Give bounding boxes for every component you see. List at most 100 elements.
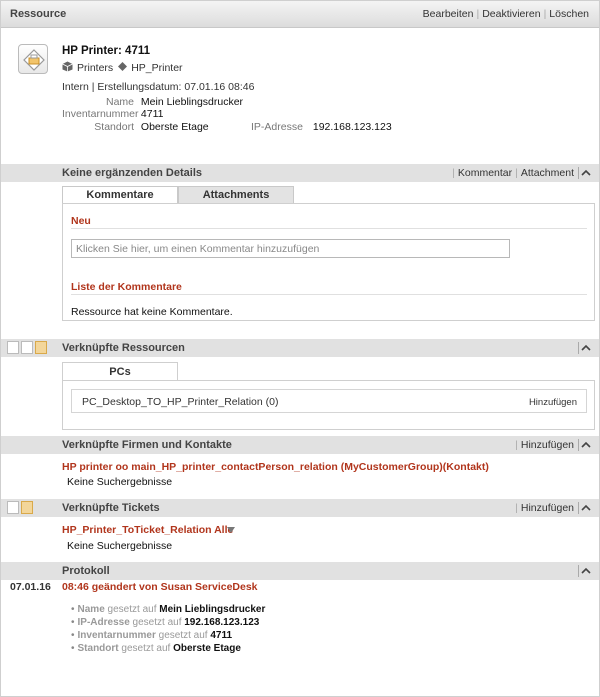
cube-icon <box>62 61 73 75</box>
ticket-relation-link[interactable]: HP_Printer_ToTicket_Relation Alle <box>62 524 233 536</box>
divider <box>71 294 587 295</box>
list-item: • Standort gesetzt auf Oberste Etage <box>71 643 241 654</box>
field-location: Standort Oberste Etage <box>62 121 209 133</box>
deactivate-button[interactable]: Deaktivieren <box>482 8 540 20</box>
new-comment-heading: Neu <box>71 215 91 227</box>
chevron-up-icon[interactable] <box>581 168 591 178</box>
divider: | <box>543 8 547 20</box>
field-inventory: Inventarnummer 4711 <box>62 108 164 120</box>
edit-button[interactable]: Bearbeiten <box>423 8 474 20</box>
resource-meta: Intern | Erstellungsdatum: 07.01.16 08:4… <box>62 81 255 93</box>
change-value: Mein Lieblingsdrucker <box>159 604 266 615</box>
chevron-up-icon[interactable] <box>581 503 591 513</box>
field-name: Name Mein Lieblingsdrucker <box>62 96 243 108</box>
chevron-up-icon[interactable] <box>581 343 591 353</box>
field-value: Oberste Etage <box>140 121 209 133</box>
protocol-header: Protokoll <box>1 562 599 580</box>
add-resource-button[interactable]: Hinzufügen <box>529 397 577 408</box>
section-actions: | Kommentar | Attachment <box>449 167 574 179</box>
tab-attachments[interactable]: Attachments <box>178 186 294 204</box>
chevron-up-icon[interactable] <box>581 440 591 450</box>
field-label: Inventarnummer <box>62 108 139 120</box>
section-actions: | Hinzufügen <box>512 439 574 451</box>
view-toggles <box>7 341 47 354</box>
divider: | <box>452 167 455 179</box>
resource-name: HP Printer: 4711 <box>62 45 151 57</box>
chevron-up-icon[interactable] <box>581 566 591 576</box>
change-value: 192.168.123.123 <box>184 617 260 628</box>
header-actions: Bearbeiten | Deaktivieren | Löschen <box>423 8 589 20</box>
field-label: IP-Adresse <box>251 121 303 133</box>
linked-resources-header: Verknüpfte Ressourcen <box>1 339 599 357</box>
divider: | <box>515 502 518 514</box>
add-ticket-button[interactable]: Hinzufügen <box>521 502 574 514</box>
divider <box>578 167 579 179</box>
linked-companies-header: Verknüpfte Firmen und Kontakte | Hinzufüg… <box>1 436 599 454</box>
breadcrumb-type[interactable]: HP_Printer <box>131 62 182 74</box>
section-title: Verknüpfte Firmen und Kontakte <box>62 439 232 451</box>
comment-button[interactable]: Kommentar <box>458 167 512 179</box>
field-label: Standort <box>94 121 134 133</box>
header-bar: Ressource Bearbeiten | Deaktivieren | Lösche… <box>1 1 599 28</box>
section-title: Verknüpfte Tickets <box>62 502 160 514</box>
view-toggles <box>7 501 33 514</box>
change-value: 4711 <box>210 630 233 641</box>
divider: | <box>515 167 518 179</box>
add-company-button[interactable]: Hinzufügen <box>521 439 574 451</box>
change-verb: gesetzt auf <box>121 643 171 654</box>
company-relation-link[interactable]: HP printer oo main_HP_printer_contactPer… <box>62 461 489 473</box>
change-field: IP-Adresse <box>77 617 130 628</box>
tab-pcs[interactable]: PCs <box>62 362 178 381</box>
protocol-date: 07.01.16 <box>10 581 51 593</box>
list-view-icon[interactable] <box>7 341 19 354</box>
change-verb: gesetzt auf <box>158 630 208 641</box>
list-view-icon[interactable] <box>7 501 19 514</box>
divider: | <box>476 8 480 20</box>
resource-window: Ressource Bearbeiten | Deaktivieren | Lösche… <box>0 0 600 697</box>
field-ip: IP-Adresse 192.168.123.123 <box>251 121 392 133</box>
relation-row: PC_Desktop_TO_HP_Printer_Relation (0) Hi… <box>71 389 587 413</box>
comment-input[interactable] <box>71 239 510 258</box>
delete-button[interactable]: Löschen <box>549 8 589 20</box>
field-value: Mein Lieblingsdrucker <box>140 96 244 108</box>
breadcrumb: Printers HP_Printer <box>62 61 183 75</box>
list-item: • Name gesetzt auf Mein Lieblingsdrucker <box>71 604 266 615</box>
change-list: • Name gesetzt auf Mein Lieblingsdrucker … <box>71 603 265 655</box>
divider <box>578 502 579 514</box>
tab-comments[interactable]: Kommentare <box>62 186 178 204</box>
change-field: Inventarnummer <box>77 630 156 641</box>
section-title: Protokoll <box>62 565 110 577</box>
field-value: 192.168.123.123 <box>312 121 392 133</box>
card-view-icon[interactable] <box>35 341 47 354</box>
divider: | <box>515 439 518 451</box>
pcs-panel: PC_Desktop_TO_HP_Printer_Relation (0) Hi… <box>62 380 595 430</box>
page-title: Ressource <box>10 8 67 20</box>
detail-view-icon[interactable] <box>21 341 33 354</box>
section-title: Verknüpfte Ressourcen <box>62 342 185 354</box>
divider <box>578 565 579 577</box>
change-value: Oberste Etage <box>173 643 241 654</box>
field-label: Name <box>105 96 134 108</box>
divider <box>71 228 587 229</box>
divider <box>578 342 579 354</box>
relation-name: PC_Desktop_TO_HP_Printer_Relation (0) <box>82 396 279 408</box>
empty-comments-text: Ressource hat keine Kommentare. <box>71 306 233 318</box>
comments-panel: Neu Liste der Kommentare Ressource hat k… <box>62 203 595 321</box>
caret-down-icon[interactable] <box>226 526 236 534</box>
details-tabs: Kommentare Attachments <box>62 186 294 204</box>
breadcrumb-category[interactable]: Printers <box>77 62 113 74</box>
field-value: 4711 <box>140 108 164 120</box>
list-item: • IP-Adresse gesetzt auf 192.168.123.123 <box>71 617 260 628</box>
change-field: Name <box>77 604 105 615</box>
comment-list-heading: Liste der Kommentare <box>71 281 182 293</box>
printer-icon <box>18 44 48 74</box>
card-view-icon[interactable] <box>21 501 33 514</box>
details-section-header: Keine ergänzenden Details | Kommentar | Att… <box>1 164 599 182</box>
diamond-arrow-icon <box>118 62 128 74</box>
attachment-button[interactable]: Attachment <box>521 167 574 179</box>
divider <box>578 439 579 451</box>
list-item: • Inventarnummer gesetzt auf 4711 <box>71 630 233 641</box>
change-verb: gesetzt auf <box>107 604 157 615</box>
change-field: Standort <box>77 643 119 654</box>
protocol-entry: 08:46 geändert von Susan ServiceDesk <box>62 581 258 593</box>
